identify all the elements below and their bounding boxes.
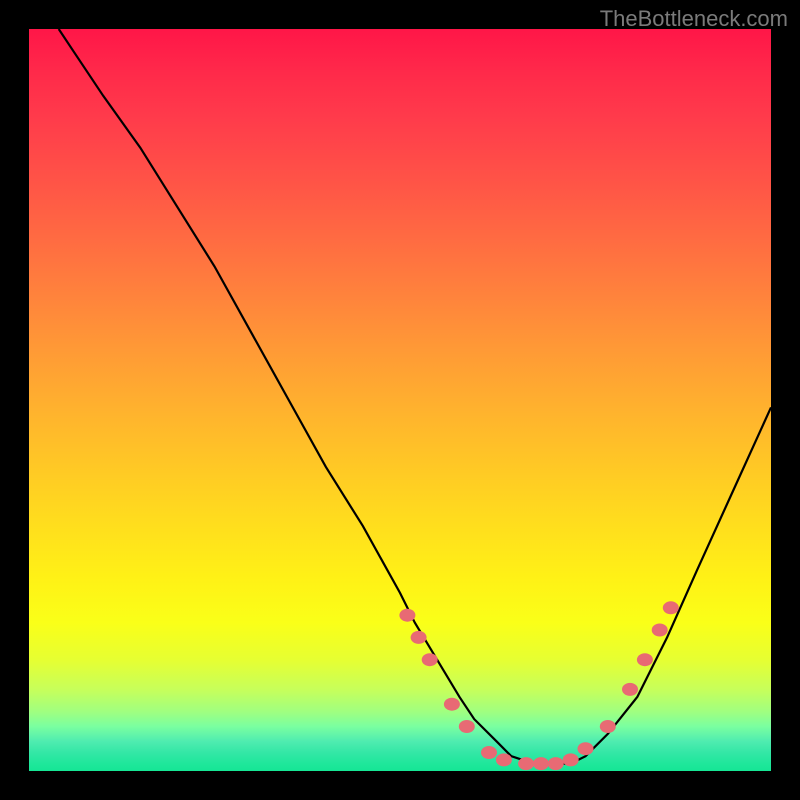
curve-marker xyxy=(399,609,415,622)
curve-marker xyxy=(622,683,638,696)
bottleneck-curve xyxy=(59,29,771,764)
curve-marker xyxy=(422,653,438,666)
curve-marker xyxy=(637,653,653,666)
curve-marker xyxy=(459,720,475,733)
watermark-text: TheBottleneck.com xyxy=(600,6,788,32)
curve-marker xyxy=(518,757,534,770)
curve-marker xyxy=(600,720,616,733)
curve-marker xyxy=(496,753,512,766)
curve-marker xyxy=(663,601,679,614)
curve-marker xyxy=(578,742,594,755)
curve-marker xyxy=(548,757,564,770)
curve-marker xyxy=(563,753,579,766)
chart-frame: TheBottleneck.com xyxy=(0,0,800,800)
curve-marker xyxy=(481,746,497,759)
curve-marker xyxy=(652,624,668,637)
curve-marker xyxy=(444,698,460,711)
curve-markers xyxy=(399,601,678,770)
chart-plot-area xyxy=(29,29,771,771)
chart-svg xyxy=(29,29,771,771)
curve-marker xyxy=(533,757,549,770)
curve-marker xyxy=(411,631,427,644)
